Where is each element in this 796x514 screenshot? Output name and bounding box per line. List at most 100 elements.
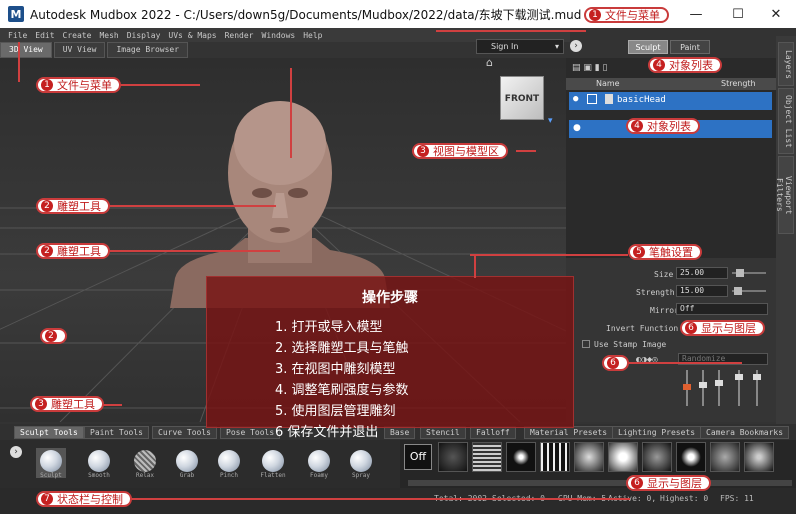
step-item: 4. 调整笔刷强度与参数	[275, 383, 409, 398]
object-row-basichead[interactable]: ● basicHead	[569, 92, 772, 110]
menu-mesh[interactable]: Mesh	[99, 31, 118, 40]
tab-viewport-filters[interactable]: Viewport Filters	[775, 156, 794, 234]
object-list-header: Name Strength	[566, 78, 776, 90]
steps-list: 1. 打开或导入模型 2. 选择雕塑工具与笔触 3. 在视图中雕刻模型 4. 调…	[275, 317, 573, 443]
stamp-3[interactable]	[506, 442, 536, 472]
tool-flatten[interactable]: Flatten	[258, 448, 288, 479]
eye-icon[interactable]: ●	[573, 94, 578, 104]
view-cube-menu-icon[interactable]: ▾	[548, 116, 553, 126]
window-title: Autodesk Mudbox 2022 - C:/Users/down5g/D…	[30, 7, 582, 22]
falloff-slider-3[interactable]	[715, 370, 723, 406]
connector-line	[516, 150, 536, 152]
annotation-4-object-list: 4 对象列表	[648, 57, 722, 73]
object-name: basicHead	[617, 95, 666, 105]
falloff-slider-1[interactable]	[683, 370, 691, 406]
home-icon[interactable]: ⌂	[486, 58, 493, 69]
tool-spray[interactable]: Spray	[346, 448, 376, 479]
layer-toolbar-icons[interactable]: ▤ ▣ ▮ ▯	[572, 63, 608, 73]
tray-scrollbar[interactable]	[408, 480, 792, 486]
tab-paint-tools[interactable]: Paint Tools	[84, 426, 149, 439]
sign-in-label: Sign In	[491, 42, 519, 51]
sculpt-mode-button[interactable]: Sculpt	[628, 40, 668, 54]
tool-sculpt[interactable]: Sculpt	[36, 448, 66, 479]
mesh-icon	[605, 94, 613, 104]
header-name: Name	[596, 79, 620, 88]
size-field[interactable]: 25.00	[676, 267, 728, 279]
tool-pinch[interactable]: Pinch	[214, 448, 244, 479]
menu-edit[interactable]: Edit	[35, 31, 54, 40]
tab-uv-view[interactable]: UV View	[53, 42, 106, 58]
annotation-6-display-layers: 6 显示与图层	[626, 475, 711, 491]
mirror-dropdown[interactable]: Off	[676, 303, 768, 315]
status-fps: FPS: 11	[720, 494, 754, 503]
tool-grab[interactable]: Grab	[172, 448, 202, 479]
tab-object-list[interactable]: Object List	[778, 88, 794, 154]
connector-line	[622, 362, 742, 364]
menu-windows[interactable]: Windows	[262, 31, 296, 40]
annotation-2: 2	[40, 328, 67, 344]
tool-smooth[interactable]: Smooth	[84, 448, 114, 479]
connector-line	[474, 254, 476, 278]
header-strength: Strength	[721, 79, 756, 88]
stamp-5[interactable]	[574, 442, 604, 472]
view-tabs: 3D View UV View Image Browser	[0, 42, 190, 58]
close-button[interactable]: ✕	[756, 0, 796, 28]
stamp-4[interactable]	[540, 442, 570, 472]
tab-image-browser[interactable]: Image Browser	[107, 42, 189, 58]
stamp-1[interactable]	[438, 442, 468, 472]
minimize-button[interactable]: —	[676, 0, 716, 28]
strength-field[interactable]: 15.00	[676, 285, 728, 297]
tab-camera-bookmarks[interactable]: Camera Bookmarks	[700, 426, 790, 439]
menu-file[interactable]: File	[8, 31, 27, 40]
sign-in-dropdown[interactable]: Sign In ▾	[476, 39, 564, 54]
tool-foamy[interactable]: Foamy	[304, 448, 334, 479]
status-highest: Highest: 0	[660, 494, 709, 503]
paint-mode-button[interactable]: Paint	[670, 40, 710, 54]
falloff-slider-4[interactable]	[735, 370, 743, 406]
falloff-slider-5[interactable]	[753, 370, 761, 406]
connector-line	[470, 254, 628, 256]
menu-create[interactable]: Create	[63, 31, 92, 40]
connector-line	[290, 68, 292, 158]
menu-help[interactable]: Help	[303, 31, 322, 40]
tab-sculpt-tools[interactable]: Sculpt Tools	[14, 426, 84, 439]
stamp-2[interactable]	[472, 442, 502, 472]
use-stamp-label: Use Stamp Image	[594, 340, 667, 349]
connector-line	[102, 404, 122, 406]
view-cube[interactable]: FRONT	[500, 76, 544, 120]
menu-render[interactable]: Render	[225, 31, 254, 40]
use-stamp-checkbox[interactable]	[582, 340, 590, 348]
tab-layers[interactable]: Layers	[778, 42, 794, 86]
menu-display[interactable]: Display	[127, 31, 161, 40]
falloff-slider-2[interactable]	[699, 370, 707, 406]
expand-arrow-icon[interactable]: ›	[570, 40, 582, 52]
step-item: 2. 选择雕塑工具与笔触	[275, 341, 409, 356]
stamp-8[interactable]	[676, 442, 706, 472]
tool-relax[interactable]: Relax	[130, 448, 160, 479]
connector-line	[106, 250, 280, 252]
mudbox-logo-icon: M	[8, 6, 24, 22]
visibility-icon[interactable]: ●	[573, 123, 581, 133]
tray-arrow-icon[interactable]: ›	[10, 446, 22, 458]
menu-uvs-maps[interactable]: UVs & Maps	[168, 31, 216, 40]
stamp-off-button[interactable]: Off	[404, 444, 432, 470]
stamp-7[interactable]	[642, 442, 672, 472]
strength-label: Strength	[636, 288, 675, 297]
maximize-button[interactable]: ☐	[718, 0, 758, 28]
connector-line	[436, 30, 586, 32]
mudbox-window: M Autodesk Mudbox 2022 - C:/Users/down5g…	[0, 0, 796, 514]
size-slider[interactable]	[732, 269, 766, 277]
stamp-9[interactable]	[710, 442, 740, 472]
lock-checkbox[interactable]	[587, 94, 597, 104]
annotation-7-status-bar: 7 状态栏与控制	[36, 491, 132, 507]
stamp-10[interactable]	[744, 442, 774, 472]
steps-title: 操作步骤	[362, 290, 418, 306]
stamp-6[interactable]	[608, 442, 638, 472]
strength-slider[interactable]	[732, 287, 766, 295]
tab-3d-view[interactable]: 3D View	[0, 42, 52, 58]
annotation-6: 6	[602, 355, 629, 371]
connector-line	[106, 205, 276, 207]
step-item: 6 保存文件并退出	[275, 425, 379, 440]
annotation-2-sculpt-tools: 2 雕塑工具	[36, 243, 110, 259]
tab-lighting-presets[interactable]: Lighting Presets	[612, 426, 702, 439]
